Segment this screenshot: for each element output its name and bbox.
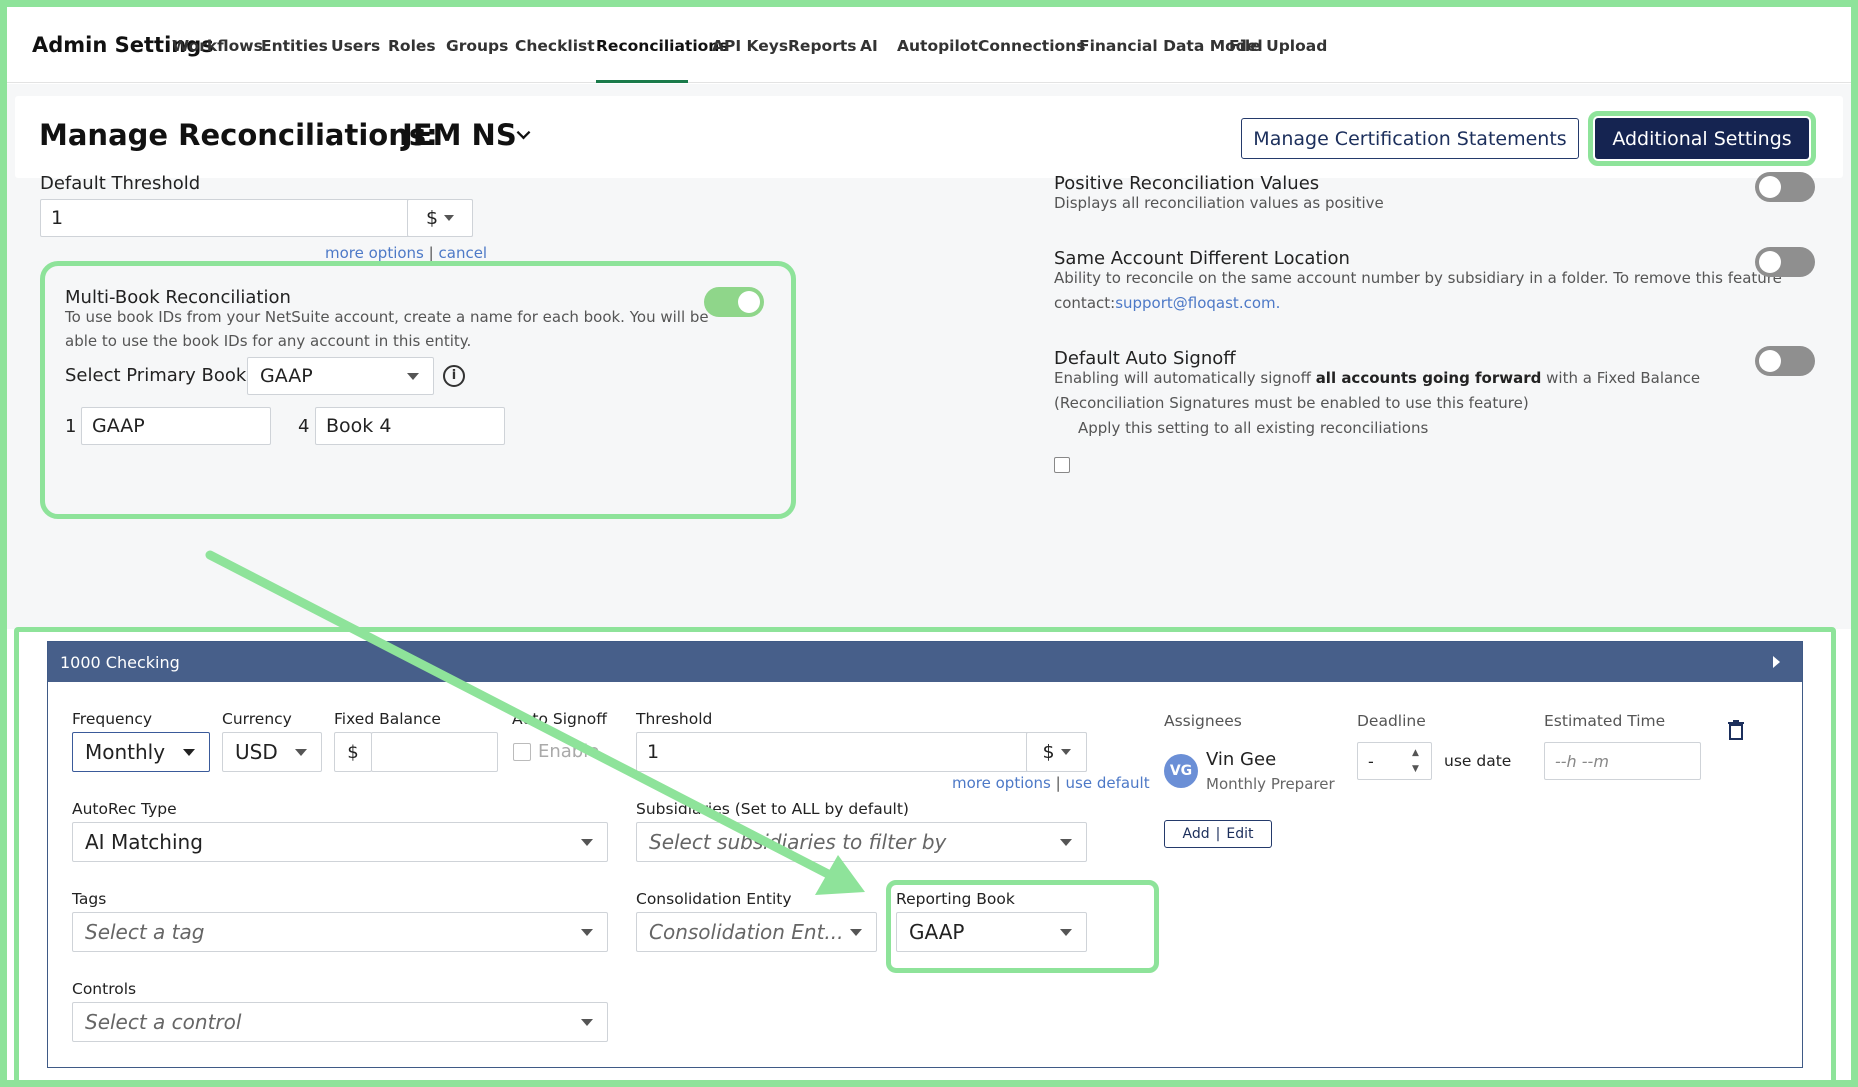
annotation-arrow [205,550,865,895]
